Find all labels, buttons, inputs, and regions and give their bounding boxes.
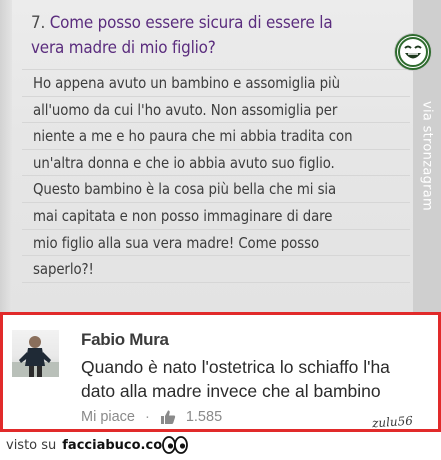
comment-actions: Mi piace · 1.585 <box>81 408 222 426</box>
question-body: Ho appena avuto un bambino e assomiglia … <box>33 70 399 283</box>
question-body-line: Ho appena avuto un bambino e assomiglia … <box>33 74 340 92</box>
avatar[interactable] <box>12 330 59 377</box>
question-number: 7. <box>31 13 46 32</box>
vertical-watermark: via stronzagram <box>419 100 435 212</box>
question-body-line: mio figlio alla sua vera madre! Come pos… <box>33 233 320 252</box>
laughing-face-badge-icon <box>395 34 431 70</box>
site-footer: visto su facciabuco.com <box>0 432 441 460</box>
question-title-text: Come posso essere sicura di essere la ve… <box>31 13 333 57</box>
footer-site-link[interactable]: facciabuco.com <box>62 438 175 453</box>
footer-prefix: visto su <box>6 438 57 453</box>
comment-text-line: Quando è nato l'ostetrica lo schiaffo l'… <box>81 357 390 377</box>
comment-text: Quando è nato l'ostetrica lo schiaffo l'… <box>81 355 441 403</box>
question-body-line: Questo bambino è la cosa più bella che m… <box>33 180 337 199</box>
question-body-line: saperlo?! <box>33 260 94 279</box>
question-title: 7. Come posso essere sicura di essere la… <box>31 10 348 60</box>
question-panel: 7. Come posso essere sicura di essere la… <box>0 0 441 312</box>
question-body-line: mai capitata e non posso immaginare di d… <box>33 206 333 225</box>
comment-text-line: dato alla madre invece che al bambino <box>81 381 381 401</box>
artist-signature: zulu56 <box>371 413 414 431</box>
question-body-line: niente a me e ho paura che mi abbia trad… <box>33 127 353 146</box>
question-body-line: un'altra donna e che io abbia avuto suo … <box>33 153 335 172</box>
page-edge <box>0 0 12 312</box>
thumbs-up-icon <box>160 409 176 425</box>
separator-dot: · <box>145 409 150 425</box>
footer-text: visto su facciabuco.com <box>6 438 176 453</box>
eyes-icon <box>162 435 188 455</box>
question-body-line: all'uomo da cui l'ho avuto. Non assomigl… <box>33 100 338 119</box>
comment-card: Fabio Mura Quando è nato l'ostetrica lo … <box>0 312 441 432</box>
like-count: 1.585 <box>185 409 223 425</box>
comment-author[interactable]: Fabio Mura <box>81 330 169 350</box>
like-button[interactable]: Mi piace <box>81 409 135 425</box>
